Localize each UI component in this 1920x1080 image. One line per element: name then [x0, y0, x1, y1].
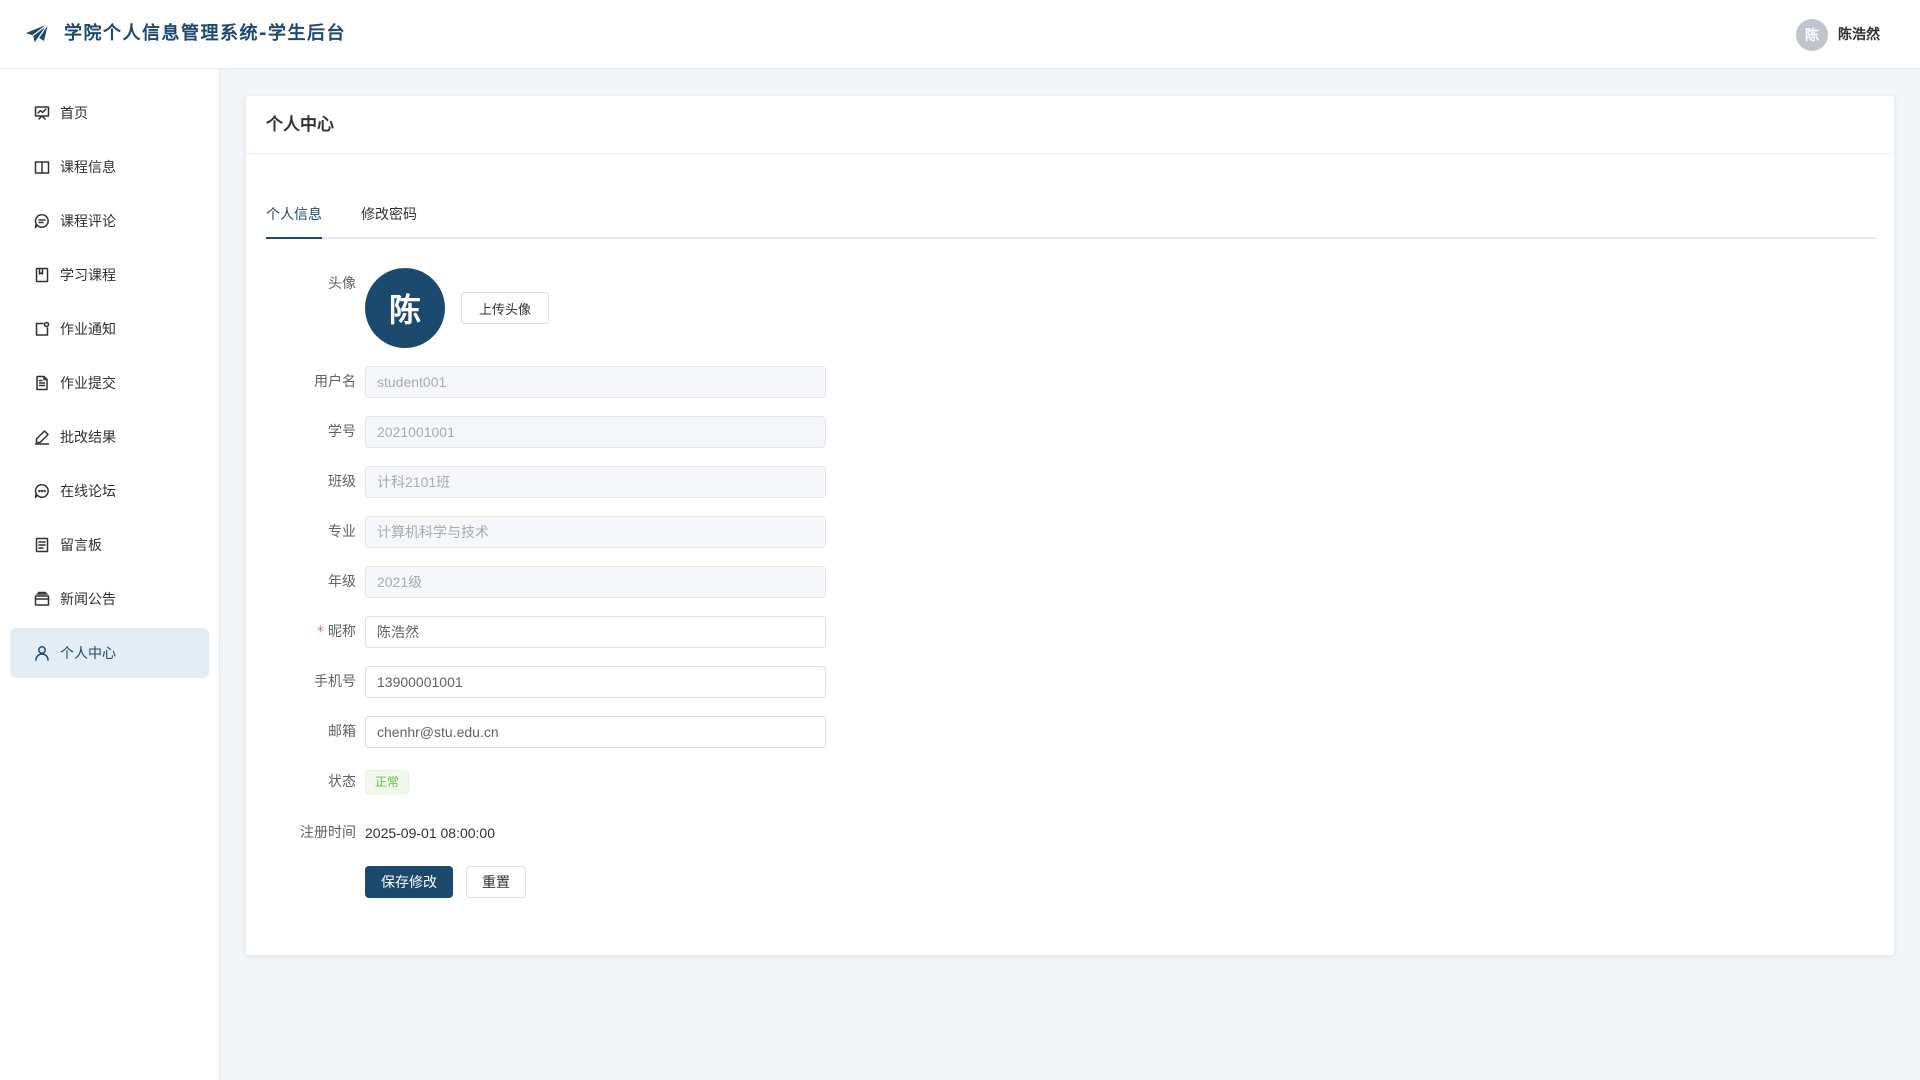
book-icon — [33, 158, 51, 176]
sidebar-item-label: 课程评论 — [60, 214, 116, 230]
register-time-value: 2025-09-01 08:00:00 — [365, 825, 495, 841]
sidebar-item-label: 学习课程 — [60, 268, 116, 284]
status-label: 状态 — [328, 774, 356, 790]
upload-avatar-button[interactable]: 上传头像 — [461, 292, 549, 324]
grade-input[interactable] — [365, 566, 826, 598]
sidebar-item-course-info[interactable]: 课程信息 — [10, 142, 209, 192]
sidebar-item-label: 作业通知 — [60, 322, 116, 338]
sidebar-item-label: 新闻公告 — [60, 592, 116, 608]
phone-label: 手机号 — [314, 674, 356, 690]
grade-label: 年级 — [328, 574, 356, 590]
dashboard-icon — [33, 104, 51, 122]
tab-personal-info[interactable]: 个人信息 — [266, 201, 322, 239]
sidebar-item-homework-notice[interactable]: 作业通知 — [10, 304, 209, 354]
document-icon — [33, 374, 51, 392]
class-input[interactable] — [365, 466, 826, 498]
class-label: 班级 — [328, 474, 356, 490]
avatar-label: 头像 — [328, 276, 356, 292]
suitcase-icon — [33, 590, 51, 608]
app-title: 学院个人信息管理系统-学生后台 — [64, 23, 346, 44]
notebook-icon — [33, 266, 51, 284]
email-input[interactable] — [365, 716, 826, 748]
nickname-label: * 昵称 — [246, 622, 356, 642]
required-mark: * — [317, 624, 324, 640]
reset-button[interactable]: 重置 — [466, 866, 526, 898]
sidebar-item-online-forum[interactable]: 在线论坛 — [10, 466, 209, 516]
sidebar: 首页 课程信息 课程评论 学习课程 作业通知 作业提交 批改结果 在线论坛 留言… — [0, 69, 220, 1080]
page-title: 个人中心 — [266, 115, 334, 135]
register-time-label: 注册时间 — [300, 825, 356, 841]
sidebar-item-label: 留言板 — [60, 538, 102, 554]
sidebar-item-label: 在线论坛 — [60, 484, 116, 500]
save-button[interactable]: 保存修改 — [365, 866, 453, 898]
sidebar-item-homework-submit[interactable]: 作业提交 — [10, 358, 209, 408]
sidebar-item-label: 批改结果 — [60, 430, 116, 446]
sidebar-item-label: 个人中心 — [60, 646, 116, 662]
notification-icon — [33, 320, 51, 338]
sidebar-item-study-courses[interactable]: 学习课程 — [10, 250, 209, 300]
student-id-label: 学号 — [328, 424, 356, 440]
sidebar-item-label: 首页 — [60, 106, 88, 122]
profile-avatar: 陈 — [365, 268, 445, 348]
sidebar-item-personal-center[interactable]: 个人中心 — [10, 628, 209, 678]
chat-dots-icon — [33, 482, 51, 500]
comment-icon — [33, 212, 51, 230]
major-input[interactable] — [365, 516, 826, 548]
status-badge: 正常 — [365, 770, 410, 794]
tab-change-password[interactable]: 修改密码 — [361, 201, 417, 239]
username-input[interactable] — [365, 366, 826, 398]
sidebar-item-label: 课程信息 — [60, 160, 116, 176]
user-icon — [33, 644, 51, 662]
sidebar-item-home[interactable]: 首页 — [10, 88, 209, 138]
card-header: 个人中心 — [246, 96, 1894, 154]
top-header: 学院个人信息管理系统-学生后台 陈 陈浩然 — [0, 0, 1920, 69]
sidebar-item-news[interactable]: 新闻公告 — [10, 574, 209, 624]
sidebar-item-label: 作业提交 — [60, 376, 116, 392]
sidebar-item-message-board[interactable]: 留言板 — [10, 520, 209, 570]
tickets-icon — [33, 536, 51, 554]
edit-pen-icon — [33, 428, 51, 446]
nickname-label-text: 昵称 — [328, 624, 356, 640]
tabs: 个人信息 修改密码 — [266, 201, 1876, 239]
nickname-input[interactable] — [365, 616, 826, 648]
paper-plane-icon — [25, 23, 49, 45]
username-label: 用户名 — [314, 374, 356, 390]
phone-input[interactable] — [365, 666, 826, 698]
user-name[interactable]: 陈浩然 — [1838, 25, 1880, 45]
sidebar-item-grading-results[interactable]: 批改结果 — [10, 412, 209, 462]
student-id-input[interactable] — [365, 416, 826, 448]
tab-active-indicator — [266, 237, 322, 239]
avatar[interactable]: 陈 — [1796, 19, 1828, 51]
sidebar-item-course-comments[interactable]: 课程评论 — [10, 196, 209, 246]
email-label: 邮箱 — [328, 724, 356, 740]
personal-center-card: 个人中心 个人信息 修改密码 头像 陈 上传头像 用户名 学号 班级 专业 年级… — [245, 95, 1895, 956]
major-label: 专业 — [328, 524, 356, 540]
